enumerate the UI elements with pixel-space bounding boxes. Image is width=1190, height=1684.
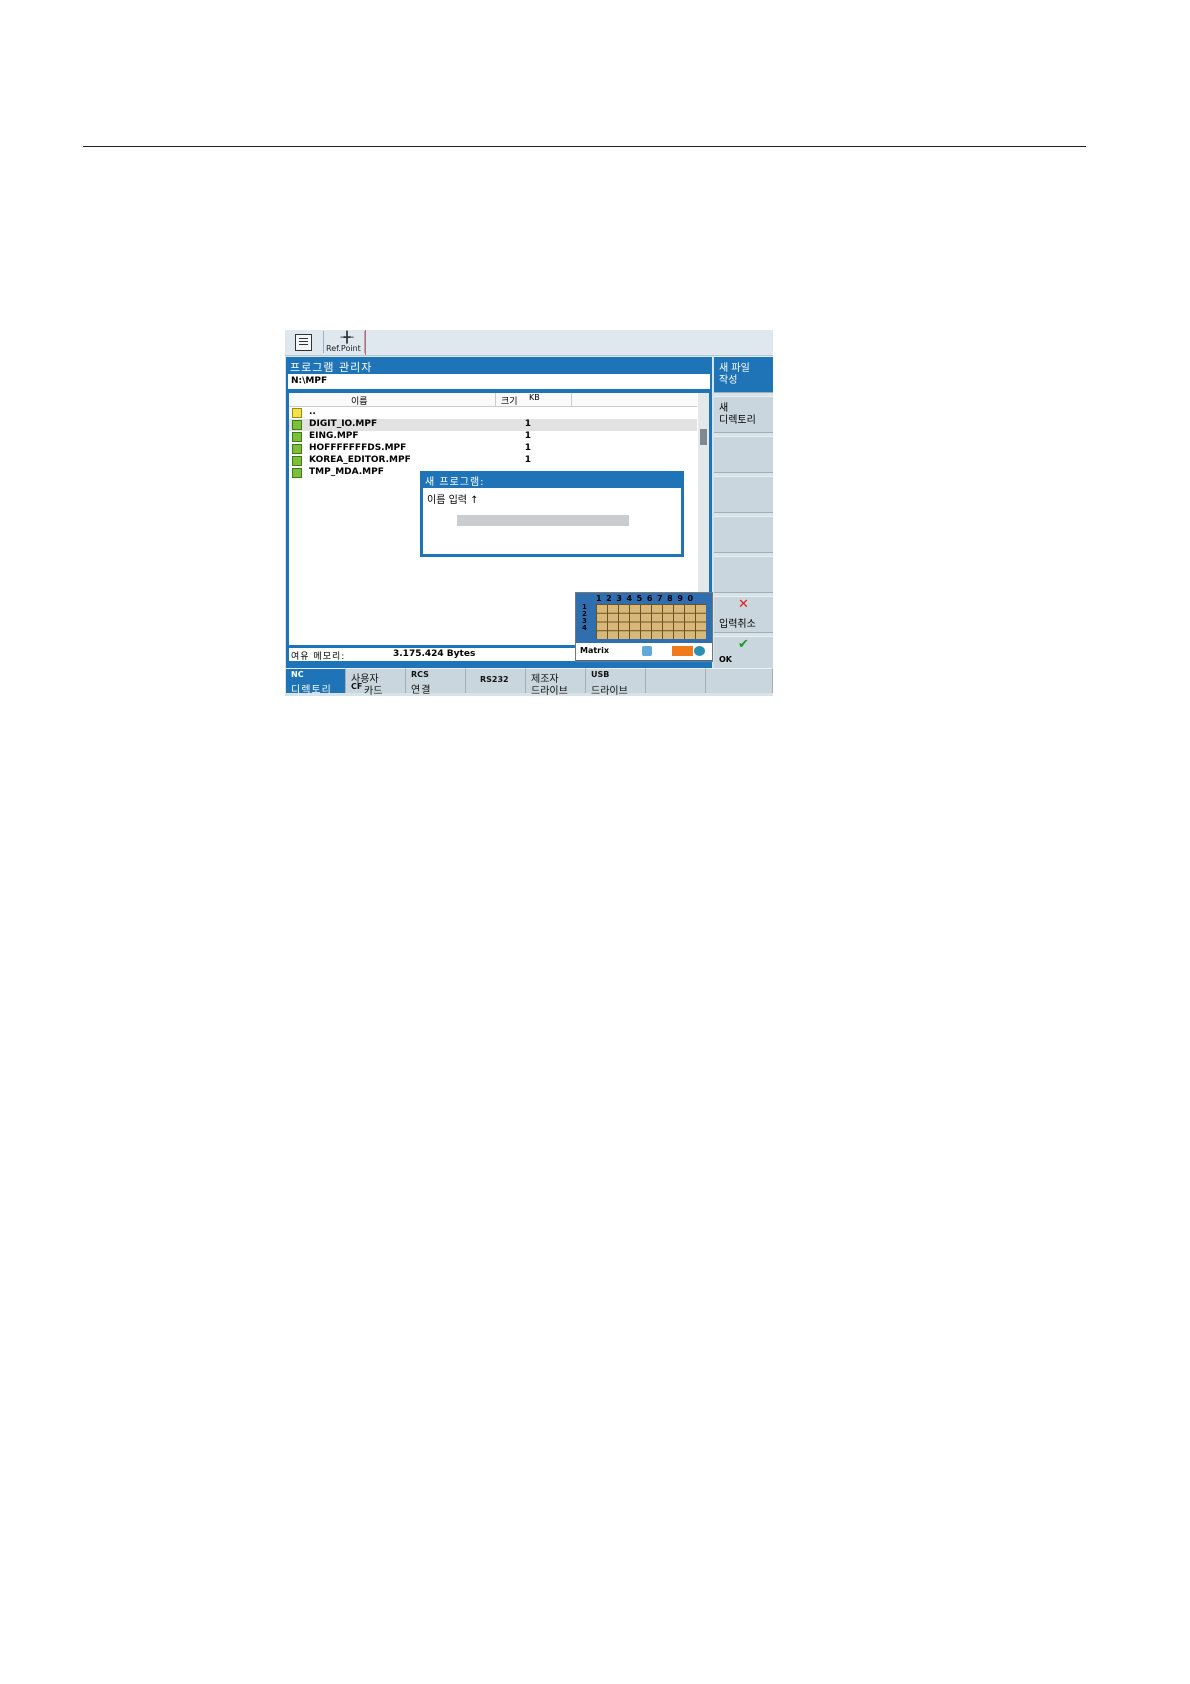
machine-icon: [295, 334, 312, 351]
softkey-label: 디렉토리: [291, 685, 332, 696]
softkey-label: 드라이브: [591, 686, 628, 696]
softkey-rcs-connect[interactable]: RCS 연결: [406, 668, 466, 696]
softkey-label: CF: [351, 682, 363, 691]
dialog-body: 이름 입력 ↑: [423, 488, 681, 554]
softkey-user-cf-card[interactable]: 사용자 CF 카드: [346, 668, 406, 696]
ref-point-button[interactable]: ╶╋╴ Ref.Point: [324, 331, 365, 353]
softkey-usb-drive[interactable]: USB 드라이브: [586, 668, 646, 696]
file-row[interactable]: EING.MPF 1: [289, 431, 697, 443]
column-separator: [571, 393, 572, 406]
softkey-label: 연결: [411, 685, 432, 696]
softkey-label: 입력취소: [719, 619, 756, 630]
file-row[interactable]: ..: [289, 407, 697, 419]
on-screen-keyboard: 1234567890 1 2 3 4 Matrix: [575, 592, 713, 662]
column-name[interactable]: 이름: [351, 394, 368, 407]
file-size: 1: [524, 419, 531, 429]
window-title: 프로그램 관리자: [290, 361, 373, 374]
scrollbar-thumb[interactable]: [700, 429, 707, 445]
softkey-manufacturer-drive[interactable]: 제조자 드라이브: [526, 668, 586, 696]
file-size: 1: [524, 431, 531, 441]
softkey-empty[interactable]: [714, 476, 773, 513]
keyboard-confirm-icon[interactable]: [694, 646, 705, 656]
status-bar: ╶╋╴ Ref.Point: [285, 330, 773, 356]
softkey-label: 작성: [719, 375, 738, 386]
file-row[interactable]: HOFFFFFFFDS.MPF 1: [289, 443, 697, 455]
program-file-icon: [292, 444, 302, 454]
softkey-empty[interactable]: [714, 436, 773, 473]
new-program-dialog: 새 프로그램: 이름 입력 ↑: [420, 471, 684, 557]
parent-folder-icon: [292, 408, 302, 418]
file-name: ..: [309, 407, 316, 417]
keyboard-row-number: 4: [582, 624, 587, 632]
softkey-label: 디렉토리: [719, 415, 756, 426]
keyboard-column-numbers: 1234567890: [596, 594, 698, 603]
softkey-label: USB: [591, 670, 610, 679]
program-file-icon: [292, 420, 302, 430]
file-name: EING.MPF: [309, 431, 359, 441]
file-row-selected[interactable]: DIGIT_IO.MPF 1: [289, 419, 697, 431]
softkey-empty[interactable]: [646, 668, 706, 693]
softkey-new-directory[interactable]: 새 디렉토리: [714, 396, 773, 433]
hangul-key-matrix[interactable]: [596, 604, 706, 639]
keyboard-row-numbers: 1 2 3 4: [582, 604, 587, 632]
column-size[interactable]: 크기: [501, 394, 518, 407]
name-input-label: 이름 입력 ↑: [427, 495, 479, 506]
file-size: 1: [524, 443, 531, 453]
hmi-screenshot: ╶╋╴ Ref.Point 프로그램 관리자 N:\MPF 이름 크기 KB .…: [285, 330, 773, 696]
dialog-title: 새 프로그램:: [425, 477, 485, 488]
globe-icon[interactable]: [642, 646, 652, 656]
softkey-label: OK: [719, 655, 732, 664]
softkey-label: NC: [291, 670, 304, 679]
free-memory-value: 3.175.424 Bytes: [393, 649, 476, 659]
file-name: HOFFFFFFFDS.MPF: [309, 443, 407, 453]
softkey-label: 카드: [364, 686, 383, 696]
page-header-rule: [83, 146, 1086, 147]
column-size-unit: KB: [529, 393, 540, 402]
softkey-label: 드라이브: [531, 686, 568, 696]
ref-point-icon: ╶╋╴: [337, 331, 357, 344]
softkey-empty[interactable]: [706, 668, 773, 693]
cancel-icon: ✕: [738, 597, 749, 612]
column-separator: [495, 393, 496, 406]
program-name-input[interactable]: [457, 515, 629, 526]
status-divider: [365, 330, 366, 355]
file-name: KOREA_EDITOR.MPF: [309, 455, 411, 465]
program-file-icon: [292, 456, 302, 466]
program-file-icon: [292, 432, 302, 442]
language-toggle-button[interactable]: [672, 646, 693, 656]
machine-area-button[interactable]: [286, 331, 324, 353]
program-file-icon: [292, 468, 302, 478]
file-name: DIGIT_IO.MPF: [309, 419, 378, 429]
file-name: TMP_MDA.MPF: [309, 467, 384, 477]
keyboard-mode-name: Matrix: [580, 646, 610, 655]
softkey-rs232[interactable]: RS232: [466, 668, 526, 693]
checkmark-icon: ✔: [738, 637, 749, 652]
file-row[interactable]: KOREA_EDITOR.MPF 1: [289, 455, 697, 467]
ref-point-label: Ref.Point: [326, 344, 361, 353]
softkey-label: RCS: [411, 670, 429, 679]
softkey-empty[interactable]: [714, 556, 773, 593]
softkey-nc-directory[interactable]: NC 디렉토리: [286, 668, 346, 696]
softkey-cancel[interactable]: ✕ 입력취소: [714, 596, 773, 633]
current-path: N:\MPF: [288, 374, 710, 389]
softkey-empty[interactable]: [714, 516, 773, 553]
file-size: 1: [524, 455, 531, 465]
column-header: 이름 크기 KB: [289, 393, 697, 407]
softkey-label: RS232: [480, 675, 509, 684]
free-memory-label: 여유 메모리:: [291, 652, 346, 662]
softkey-new-file[interactable]: 새 파일 작성: [714, 356, 773, 393]
keyboard-footer: Matrix: [576, 643, 712, 660]
